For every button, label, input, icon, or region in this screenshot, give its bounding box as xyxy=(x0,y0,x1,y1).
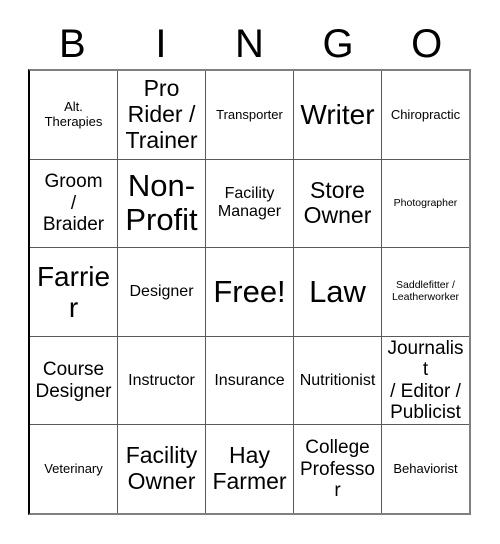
bingo-header-letter-o: O xyxy=(411,21,443,66)
bingo-row: Course Designer Instructor Insurance Nut… xyxy=(30,335,469,425)
bingo-cell-label: Course Designer xyxy=(35,359,112,402)
bingo-cell-label: Transporter xyxy=(216,106,283,122)
bingo-cell[interactable]: Facility Manager xyxy=(205,159,293,248)
bingo-cell[interactable]: Veterinary xyxy=(30,425,117,513)
bingo-cell-label: Facility Manager xyxy=(217,185,282,221)
bingo-cell[interactable]: Transporter xyxy=(205,71,293,159)
bingo-cell[interactable]: Journalist / Editor / Publicist xyxy=(381,336,469,425)
bingo-cell-label: Nutritionist xyxy=(299,371,376,389)
bingo-header-letter-g: G xyxy=(322,21,354,66)
bingo-row: Alt. Therapies Pro Rider / Trainer Trans… xyxy=(30,71,469,159)
bingo-cell-label: College Professor xyxy=(300,437,375,501)
bingo-cell-label: Groom / Braider xyxy=(42,171,105,236)
bingo-cell[interactable]: Pro Rider / Trainer xyxy=(117,71,205,159)
bingo-cell[interactable]: Non- Profit xyxy=(117,159,205,248)
bingo-free-space-label: Free! xyxy=(213,273,286,309)
bingo-cell-label: Behaviorist xyxy=(393,460,458,476)
bingo-header-row: B I N G O xyxy=(28,18,471,69)
bingo-cell[interactable]: Nutritionist xyxy=(293,336,381,425)
bingo-cell-label: Law xyxy=(309,273,366,309)
bingo-cell-label: Farrier xyxy=(36,260,111,323)
bingo-cell[interactable]: College Professor xyxy=(293,425,381,513)
bingo-row: Groom / Braider Non- Profit Facility Man… xyxy=(30,158,469,248)
bingo-cell[interactable]: Saddlefitter / Leatherworker xyxy=(381,248,469,336)
bingo-cell-label: Store Owner xyxy=(303,176,372,229)
bingo-cell-label: Insurance xyxy=(214,371,285,389)
bingo-cell[interactable]: Farrier xyxy=(30,248,117,336)
bingo-cell[interactable]: Writer xyxy=(293,71,381,159)
bingo-cell[interactable]: Insurance xyxy=(205,336,293,425)
bingo-cell-label: Writer xyxy=(300,99,375,131)
bingo-header-letter-i: I xyxy=(155,21,167,66)
bingo-cell[interactable]: Facility Owner xyxy=(117,425,205,513)
bingo-cell[interactable]: Alt. Therapies xyxy=(30,71,117,159)
bingo-cell-label: Pro Rider / Trainer xyxy=(125,75,198,153)
bingo-header-letter-n: N xyxy=(235,21,264,66)
bingo-cell-label: Non- Profit xyxy=(125,167,198,238)
bingo-header-letter-b: B xyxy=(58,21,86,66)
bingo-cell[interactable]: Hay Farmer xyxy=(205,425,293,513)
bingo-cell-label: Photographer xyxy=(393,196,458,209)
bingo-cell[interactable]: Chiropractic xyxy=(381,71,469,159)
bingo-free-space-cell[interactable]: Free! xyxy=(205,248,293,336)
bingo-card: B I N G O Alt. Therapies Pro Rider / Tra… xyxy=(0,0,500,544)
bingo-cell-label: Chiropractic xyxy=(390,106,461,122)
bingo-cell[interactable]: Groom / Braider xyxy=(30,159,117,248)
bingo-cell-label: Designer xyxy=(129,283,194,301)
bingo-row: Veterinary Facility Owner Hay Farmer Col… xyxy=(30,424,469,513)
bingo-cell[interactable]: Course Designer xyxy=(30,336,117,425)
bingo-cell-label: Facility Owner xyxy=(125,442,198,495)
bingo-cell-label: Alt. Therapies xyxy=(44,99,103,129)
bingo-cell-label: Veterinary xyxy=(44,460,103,476)
bingo-cell[interactable]: Photographer xyxy=(381,159,469,248)
bingo-row: Farrier Designer Free! Law Saddlefitter … xyxy=(30,247,469,336)
bingo-cell-label: Instructor xyxy=(128,371,195,389)
bingo-cell[interactable]: Behaviorist xyxy=(381,425,469,513)
bingo-grid: Alt. Therapies Pro Rider / Trainer Trans… xyxy=(28,69,471,515)
bingo-cell[interactable]: Instructor xyxy=(117,336,205,425)
bingo-cell-label: Journalist / Editor / Publicist xyxy=(387,338,464,423)
bingo-cell[interactable]: Law xyxy=(293,248,381,336)
bingo-cell[interactable]: Store Owner xyxy=(293,159,381,248)
bingo-cell-label: Saddlefitter / Leatherworker xyxy=(391,279,460,303)
bingo-cell-label: Hay Farmer xyxy=(212,442,287,495)
bingo-cell[interactable]: Designer xyxy=(117,248,205,336)
